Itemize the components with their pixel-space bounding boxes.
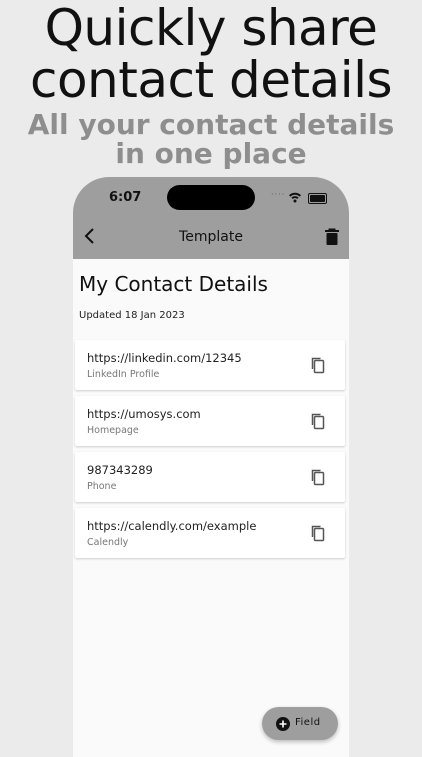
status-time: 6:07 bbox=[109, 190, 142, 205]
headline-line-2: contact details bbox=[29, 51, 393, 109]
field-card-calendly[interactable]: https://calendly.com/example Calendly bbox=[75, 508, 345, 558]
field-label: Homepage bbox=[87, 425, 139, 436]
field-value: https://calendly.com/example bbox=[87, 519, 257, 533]
battery-icon bbox=[308, 193, 327, 204]
field-value: 987343289 bbox=[87, 463, 153, 477]
subhead-line-2: in one place bbox=[115, 137, 307, 170]
plus-circle-icon bbox=[276, 717, 290, 731]
add-field-button[interactable]: Field bbox=[262, 707, 338, 740]
copy-icon bbox=[311, 525, 325, 542]
dynamic-island bbox=[167, 185, 255, 210]
field-label: Phone bbox=[87, 481, 117, 492]
copy-icon bbox=[311, 357, 325, 374]
subhead-line-1: All your contact details bbox=[27, 108, 395, 141]
page-title: My Contact Details bbox=[79, 272, 268, 296]
copy-icon bbox=[311, 469, 325, 486]
updated-date: Updated 18 Jan 2023 bbox=[79, 310, 185, 321]
headline-line-1: Quickly share bbox=[44, 0, 378, 57]
field-card-homepage[interactable]: https://umosys.com Homepage bbox=[75, 396, 345, 446]
trash-icon bbox=[325, 228, 339, 245]
copy-button[interactable] bbox=[309, 524, 327, 542]
wifi-icon bbox=[289, 192, 301, 203]
field-card-phone[interactable]: 987343289 Phone bbox=[75, 452, 345, 502]
copy-button[interactable] bbox=[309, 356, 327, 374]
signal-icon: ···· bbox=[271, 190, 286, 199]
copy-button[interactable] bbox=[309, 412, 327, 430]
delete-button[interactable] bbox=[324, 228, 340, 245]
copy-icon bbox=[311, 413, 325, 430]
phone-screen: 6:07 ···· Template My Contact Details Up… bbox=[73, 177, 349, 757]
field-value: https://umosys.com bbox=[87, 407, 201, 421]
field-label: LinkedIn Profile bbox=[87, 369, 160, 380]
app-bar: 6:07 ···· Template bbox=[73, 177, 349, 259]
field-card-linkedin[interactable]: https://linkedin.com/12345 LinkedIn Prof… bbox=[75, 340, 345, 390]
copy-button[interactable] bbox=[309, 468, 327, 486]
add-field-label: Field bbox=[295, 717, 321, 728]
app-bar-title: Template bbox=[179, 229, 243, 245]
promo-subhead: All your contact details in one place bbox=[0, 110, 422, 168]
field-value: https://linkedin.com/12345 bbox=[87, 351, 242, 365]
field-label: Calendly bbox=[87, 537, 129, 548]
promo-headline: Quickly share contact details bbox=[0, 2, 422, 106]
